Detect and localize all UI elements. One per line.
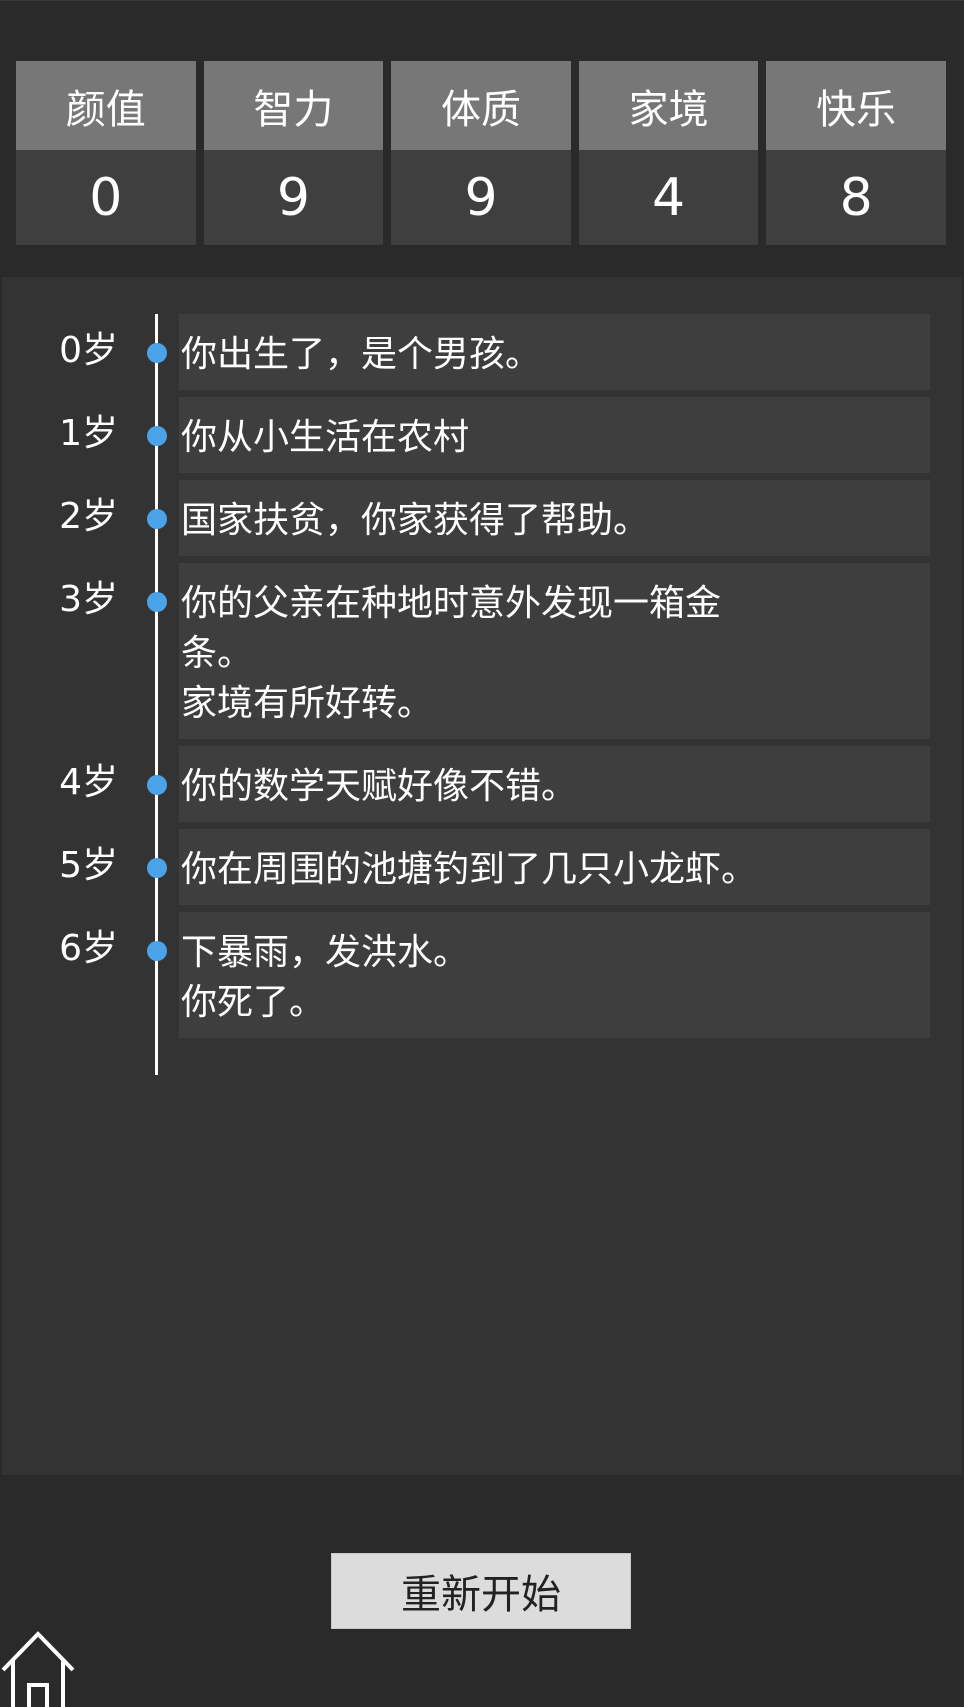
event-age: 1岁 bbox=[59, 413, 118, 454]
stat-family: 家境 4 bbox=[578, 61, 759, 245]
event-age: 2岁 bbox=[59, 496, 118, 537]
stat-happiness: 快乐 8 bbox=[766, 61, 946, 245]
restart-button[interactable]: 重新开始 bbox=[331, 1553, 631, 1629]
event-text: 你的父亲在种地时意外发现一箱金 条。 家境有所好转。 bbox=[179, 563, 930, 739]
event-age: 0岁 bbox=[59, 330, 118, 371]
home-icon[interactable] bbox=[0, 1630, 80, 1707]
event-list: 0岁 你出生了，是个男孩。 1岁 你从小生活在农村 2岁 国家扶贫，你家获得了帮… bbox=[2, 314, 962, 1045]
timeline-dot bbox=[147, 343, 167, 363]
timeline-dot bbox=[147, 592, 167, 612]
event-text: 你从小生活在农村 bbox=[179, 397, 930, 473]
stat-value: 9 bbox=[391, 150, 571, 245]
stat-value: 0 bbox=[16, 150, 196, 245]
stats-panel: 颜值 0 智力 9 体质 9 家境 4 快乐 8 bbox=[16, 61, 946, 245]
game-screen: 颜值 0 智力 9 体质 9 家境 4 快乐 8 0岁 你出生了，是个男孩。 1… bbox=[0, 0, 964, 1707]
timeline-dot bbox=[147, 775, 167, 795]
timeline-dot bbox=[147, 509, 167, 529]
event-item: 1岁 你从小生活在农村 bbox=[2, 397, 962, 473]
event-item: 0岁 你出生了，是个男孩。 bbox=[2, 314, 962, 390]
timeline-panel[interactable]: 0岁 你出生了，是个男孩。 1岁 你从小生活在农村 2岁 国家扶贫，你家获得了帮… bbox=[2, 277, 962, 1475]
timeline-dot bbox=[147, 941, 167, 961]
timeline-dot bbox=[147, 858, 167, 878]
event-age: 6岁 bbox=[59, 928, 118, 969]
event-text: 你在周围的池塘钓到了几只小龙虾。 bbox=[179, 829, 930, 905]
stat-label: 家境 bbox=[578, 61, 759, 150]
stat-label: 快乐 bbox=[766, 61, 946, 150]
event-item: 2岁 国家扶贫，你家获得了帮助。 bbox=[2, 480, 962, 556]
stat-label: 颜值 bbox=[16, 61, 196, 150]
stat-constitution: 体质 9 bbox=[391, 61, 571, 245]
event-age: 5岁 bbox=[59, 845, 118, 886]
stat-intelligence: 智力 9 bbox=[203, 61, 384, 245]
stat-label: 智力 bbox=[203, 61, 384, 150]
event-item: 5岁 你在周围的池塘钓到了几只小龙虾。 bbox=[2, 829, 962, 905]
timeline-dot bbox=[147, 426, 167, 446]
stat-label: 体质 bbox=[391, 61, 571, 150]
stat-value: 4 bbox=[578, 150, 759, 245]
event-age: 4岁 bbox=[59, 762, 118, 803]
event-item: 3岁 你的父亲在种地时意外发现一箱金 条。 家境有所好转。 bbox=[2, 563, 962, 739]
event-text: 下暴雨，发洪水。 你死了。 bbox=[179, 912, 930, 1038]
event-text: 国家扶贫，你家获得了帮助。 bbox=[179, 480, 930, 556]
event-item: 6岁 下暴雨，发洪水。 你死了。 bbox=[2, 912, 962, 1038]
event-text: 你出生了，是个男孩。 bbox=[179, 314, 930, 390]
event-item: 4岁 你的数学天赋好像不错。 bbox=[2, 746, 962, 822]
stat-value: 9 bbox=[203, 150, 384, 245]
event-text: 你的数学天赋好像不错。 bbox=[179, 746, 930, 822]
stat-appearance: 颜值 0 bbox=[16, 61, 196, 245]
event-age: 3岁 bbox=[59, 579, 118, 620]
top-bar bbox=[0, 0, 964, 52]
stat-value: 8 bbox=[766, 150, 946, 245]
